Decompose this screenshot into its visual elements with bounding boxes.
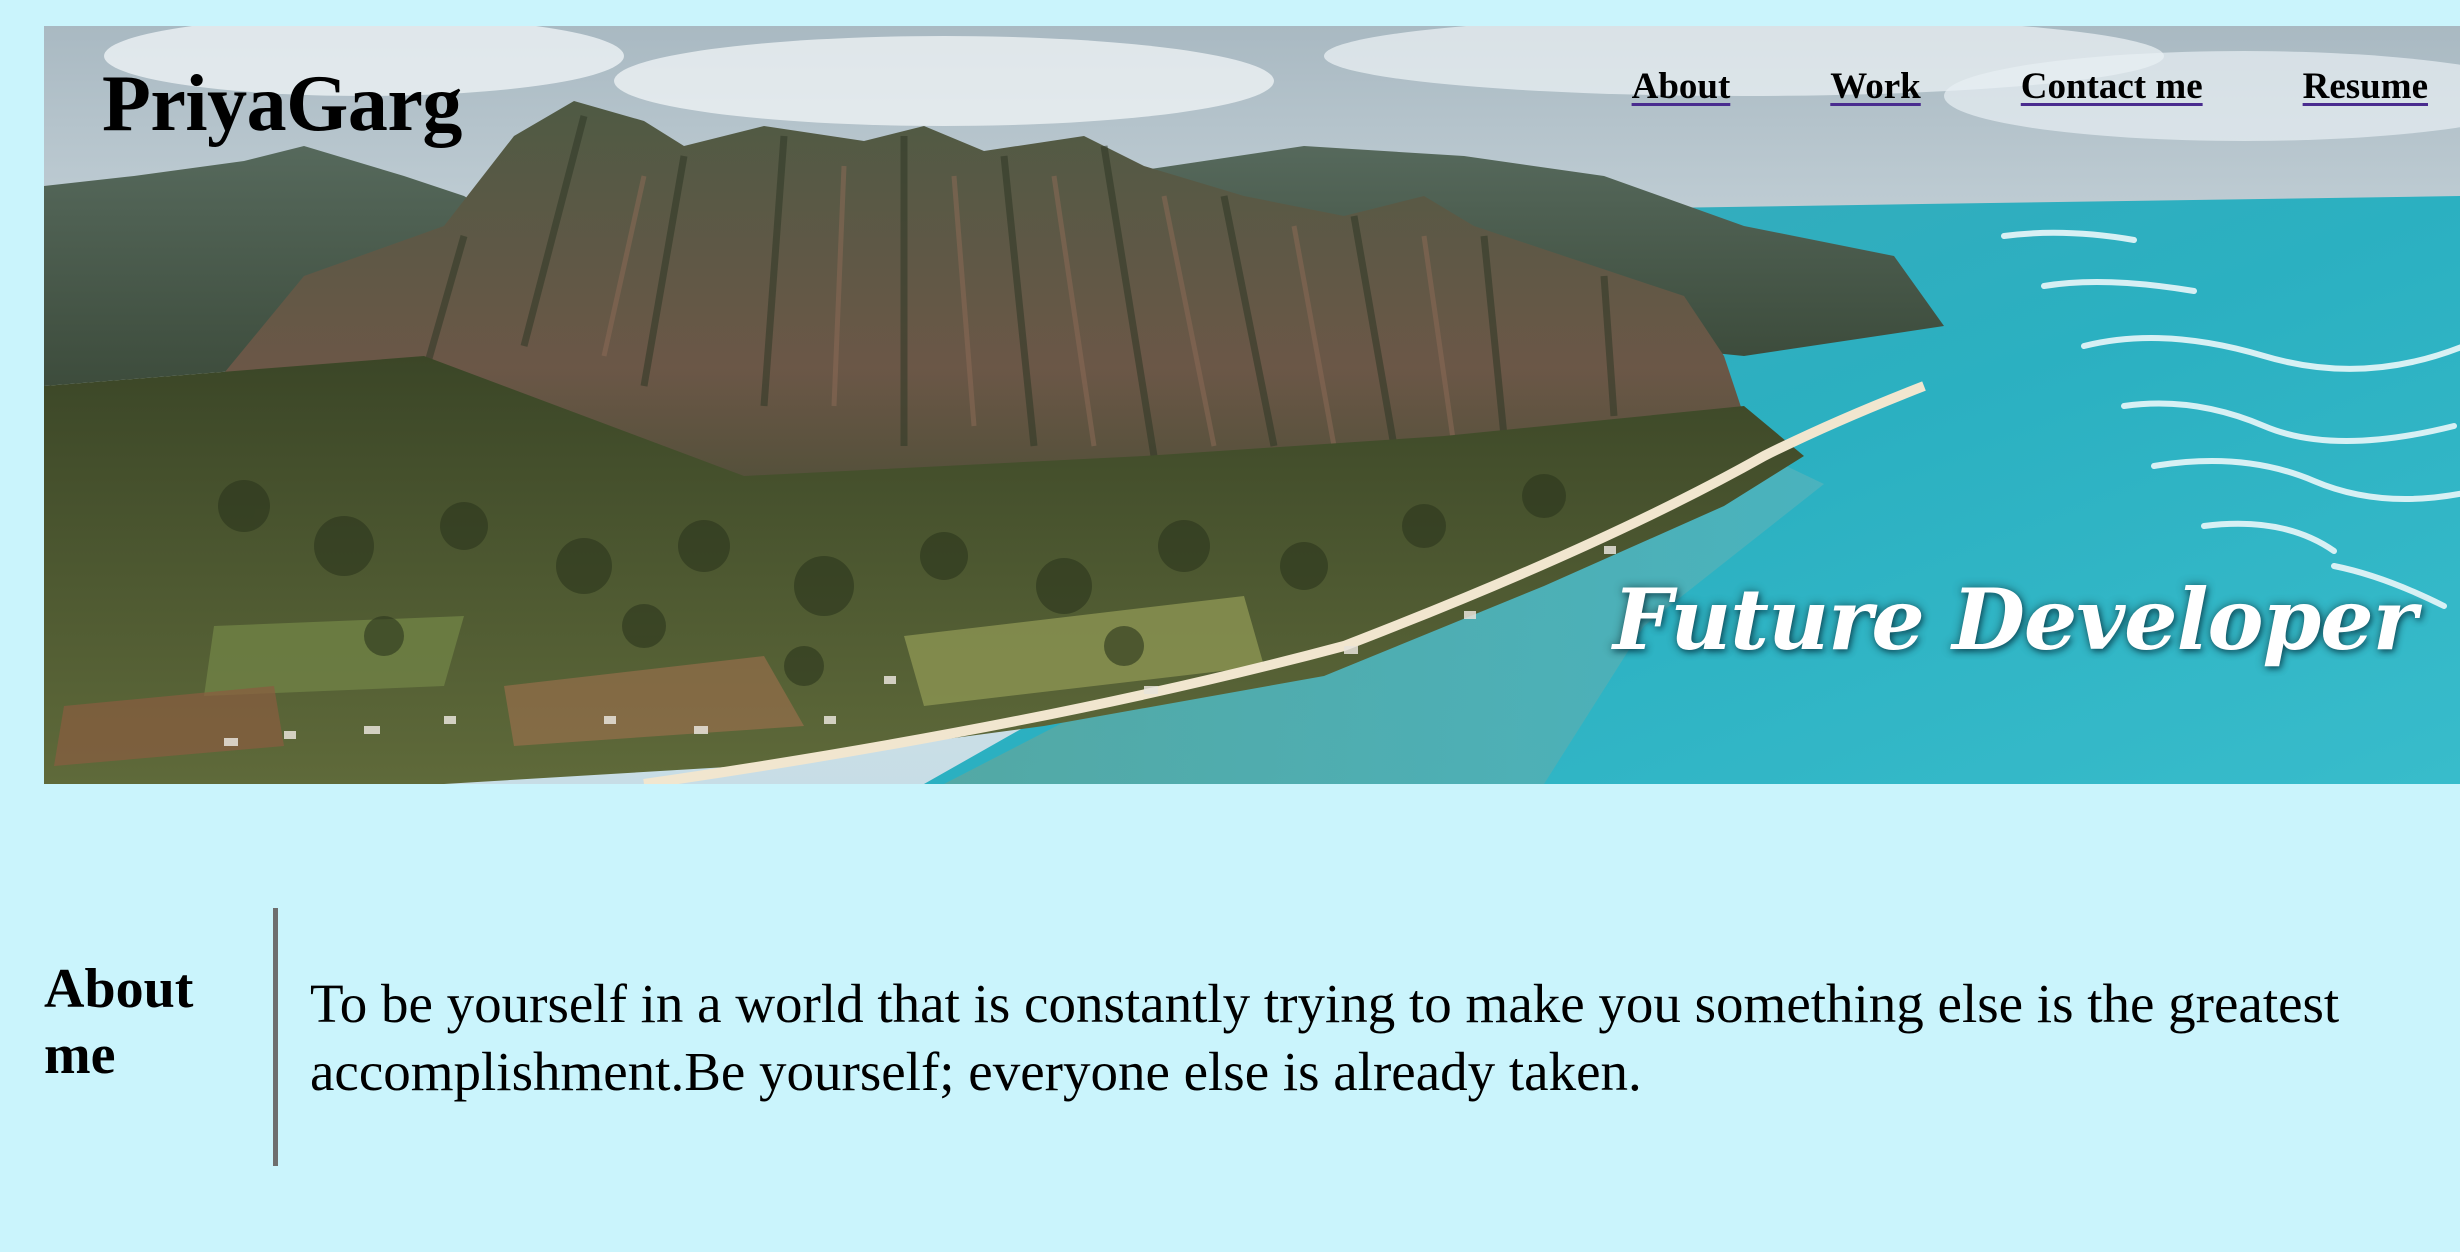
nav-link-about[interactable]: About: [1632, 68, 1731, 105]
about-section: About me To be yourself in a world that …: [44, 908, 2424, 1168]
nav-link-work[interactable]: Work: [1830, 68, 1920, 105]
nav-link-contact[interactable]: Contact me: [2021, 68, 2203, 105]
about-description: To be yourself in a world that is consta…: [310, 973, 2340, 1102]
hero-tagline: Future Developer: [1613, 570, 2417, 669]
site-logo-title[interactable]: PriyaGarg: [102, 64, 462, 144]
about-heading: About me: [44, 958, 194, 1086]
main-nav: About Work Contact me Resume: [1632, 68, 2428, 105]
hero-banner: PriyaGarg About Work Contact me Resume F…: [44, 26, 2460, 784]
nav-link-resume[interactable]: Resume: [2303, 68, 2428, 105]
section-divider: [273, 908, 278, 1166]
